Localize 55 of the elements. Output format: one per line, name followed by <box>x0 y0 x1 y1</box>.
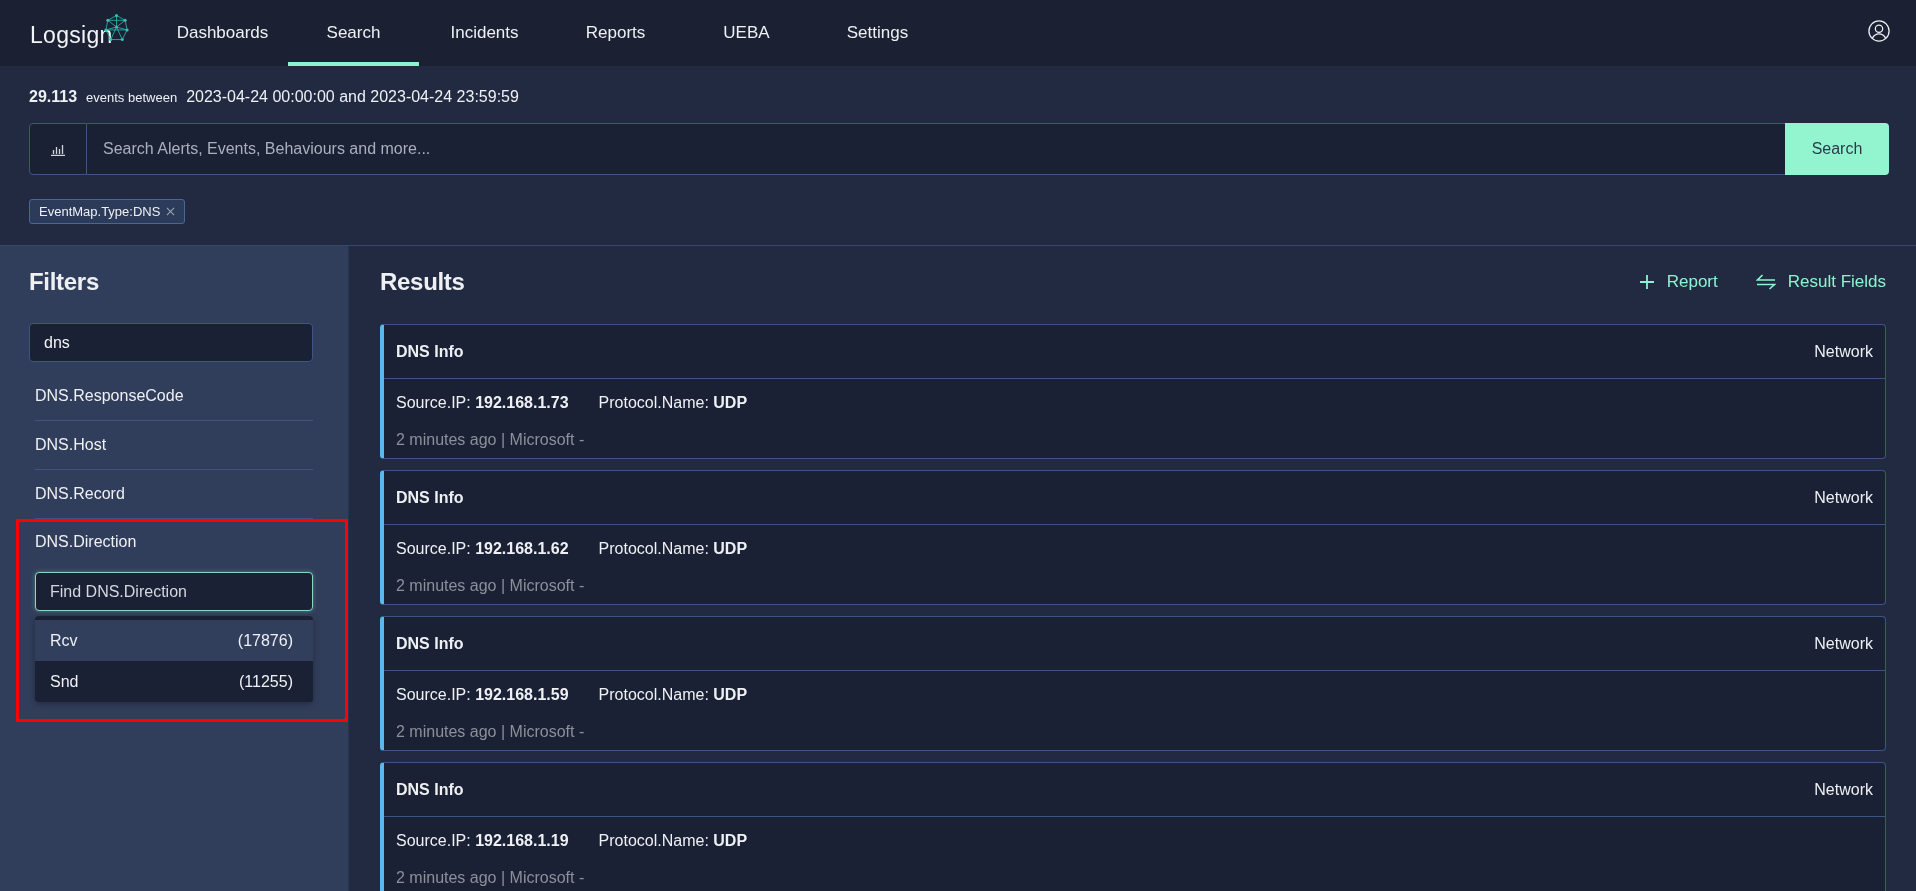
swap-arrows-icon <box>1755 274 1776 290</box>
nav-tab[interactable]: UEBA <box>681 0 812 66</box>
date-range: 2023-04-24 00:00:00 and 2023-04-24 23:59:59 <box>186 88 519 106</box>
find-field[interactable]: Find DNS.Direction <box>35 572 313 611</box>
field-text: Source.IP: 192.168.1.62 <box>396 539 569 559</box>
swap-action-button[interactable]: Result Fields <box>1755 272 1886 292</box>
search-button[interactable]: Search <box>1785 123 1889 175</box>
nav-tab[interactable]: Dashboards <box>157 0 288 66</box>
filter-option[interactable]: Rcv (17876) <box>35 620 313 661</box>
events-label: events between <box>86 90 178 105</box>
filter-item[interactable]: DNS.Direction <box>35 519 313 565</box>
filter-item[interactable]: DNS.Host <box>35 421 313 470</box>
card-meta: 2 minutes ago | Microsoft - <box>396 868 585 888</box>
card-category: Network <box>1814 634 1873 653</box>
logo-text: Logsign <box>30 21 113 49</box>
card-category: Network <box>1814 342 1873 361</box>
plus-icon <box>1638 274 1655 290</box>
add-action-button[interactable]: Report <box>1638 272 1718 292</box>
nav-tab[interactable]: Search <box>288 0 419 66</box>
filter-search-field[interactable]: dns <box>29 323 313 362</box>
user-icon[interactable] <box>1868 20 1890 42</box>
card-meta: 2 minutes ago | Microsoft - <box>396 576 585 596</box>
option-count: (17876) <box>237 631 293 650</box>
filter-item[interactable]: DNS.ResponseCode <box>35 372 313 421</box>
option-label: Snd <box>50 672 79 691</box>
close-icon[interactable] <box>166 207 176 216</box>
nav-tab[interactable]: Incidents <box>419 0 550 66</box>
filters-title: Filters <box>29 268 100 296</box>
bar-chart-icon <box>50 142 66 156</box>
card-title: DNS Info <box>396 780 464 799</box>
field-text: Protocol.Name: UDP <box>598 539 748 559</box>
nav-tab[interactable]: Settings <box>812 0 943 66</box>
chip-label: EventMap.Type:DNS <box>39 204 161 219</box>
nav-tab[interactable]: Reports <box>550 0 681 66</box>
field-text: Source.IP: 192.168.1.59 <box>396 685 569 705</box>
field-text: Source.IP: 192.168.1.19 <box>396 831 569 851</box>
results-title: Results <box>380 268 465 296</box>
card-meta: 2 minutes ago | Microsoft - <box>396 722 585 742</box>
field-text: Protocol.Name: UDP <box>598 393 748 413</box>
search-field[interactable]: Search Alerts, Events, Behaviours and more... <box>87 123 1785 175</box>
event-count: 29.113 <box>29 88 78 106</box>
card-title: DNS Info <box>396 342 464 361</box>
filter-option[interactable]: Snd (11255) <box>35 661 313 702</box>
card-category: Network <box>1814 780 1873 799</box>
filter-item[interactable]: DNS.Record <box>35 470 313 519</box>
card-category: Network <box>1814 488 1873 507</box>
card-meta: 2 minutes ago | Microsoft - <box>396 430 585 450</box>
chart-button[interactable] <box>29 123 87 175</box>
field-text: Source.IP: 192.168.1.73 <box>396 393 569 413</box>
card-title: DNS Info <box>396 634 464 653</box>
field-text: Protocol.Name: UDP <box>598 831 748 851</box>
option-label: Rcv <box>50 631 78 650</box>
card-title: DNS Info <box>396 488 464 507</box>
field-text: Protocol.Name: UDP <box>598 685 748 705</box>
option-count: (11255) <box>239 672 293 691</box>
